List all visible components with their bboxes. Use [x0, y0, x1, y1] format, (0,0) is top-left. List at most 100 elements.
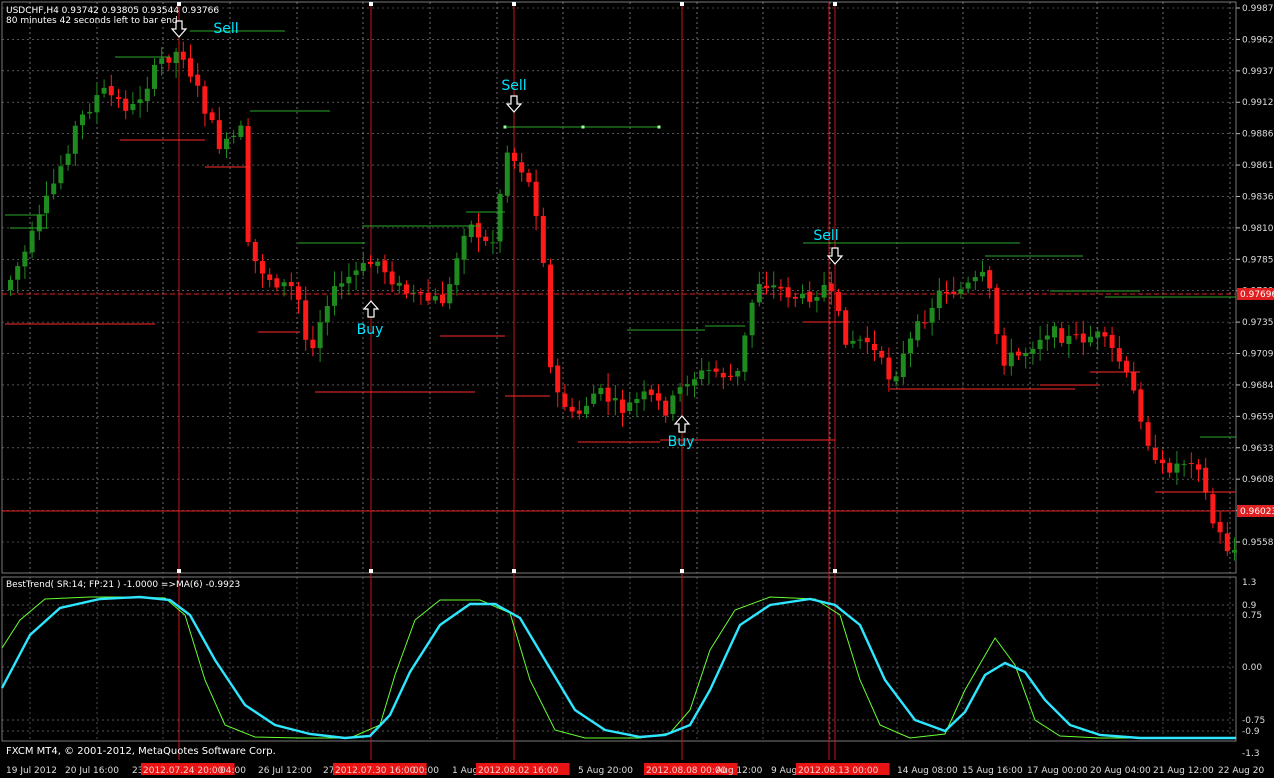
time-tick-label: 26 Jul 12:00: [258, 766, 312, 776]
candle-body: [288, 282, 294, 287]
time-tick-label: 2012.08.08 00:00: [646, 766, 727, 776]
candle-body: [872, 343, 877, 351]
candle-body: [1016, 351, 1021, 356]
candle-body: [159, 58, 165, 64]
candle-body: [1037, 339, 1043, 350]
candle-body: [22, 251, 28, 267]
candle-body: [310, 339, 316, 349]
candle-body: [504, 152, 510, 196]
price-chart[interactable]: 0.99875 0.99625 0.99370 0.99120 0.98865 0.986…: [0, 0, 1274, 778]
candle-body: [58, 166, 64, 184]
candle-body: [569, 406, 575, 412]
candle-body: [144, 88, 150, 102]
time-tick-label: 5 Aug 20:00: [578, 766, 633, 776]
candle-body: [418, 291, 424, 294]
time-tick-label: 21 Aug 12:00: [1153, 766, 1214, 776]
candle-body: [368, 261, 373, 264]
candle-body: [72, 125, 78, 154]
candle-body: [188, 58, 193, 77]
candle-body: [620, 399, 625, 413]
indicator-scale-label: 1.3: [1242, 578, 1256, 588]
candle-body: [252, 241, 258, 262]
candle-body: [843, 310, 849, 345]
candle-body: [1080, 333, 1086, 343]
candle-body: [123, 98, 129, 111]
candle-body: [65, 153, 71, 165]
candle-body: [339, 283, 345, 287]
candle-body: [1217, 522, 1223, 533]
mt4-chart-window[interactable]: 0.99875 0.99625 0.99370 0.99120 0.98865 0.986…: [0, 0, 1274, 778]
time-tick-label: 15 Aug 16:00: [962, 766, 1023, 776]
candle-body: [778, 286, 784, 289]
candle-body: [612, 398, 618, 401]
candle-body: [87, 111, 93, 114]
time-tick-label: 19 Jul 2012: [6, 766, 57, 776]
candle-body: [713, 368, 719, 372]
candle-body: [483, 236, 489, 241]
price-tick-label: 0.99875: [1242, 4, 1274, 14]
candle-body: [116, 97, 121, 99]
candle-body: [670, 395, 676, 414]
price-tick-label: 0.97095: [1242, 350, 1274, 360]
candle-body: [929, 307, 935, 323]
candle-body: [425, 292, 431, 301]
candle-body: [202, 86, 208, 114]
candle-body: [972, 277, 978, 282]
candle-body: [44, 195, 49, 214]
candle-body: [857, 339, 863, 341]
candle-body: [540, 215, 546, 263]
copyright-label: FXCM MT4, © 2001-2012, MetaQuotes Softwa…: [6, 746, 276, 757]
candle-body: [432, 296, 438, 301]
candle-body: [1138, 389, 1144, 422]
candle-body: [519, 162, 525, 173]
candle-body: [51, 183, 57, 195]
candle-body: [224, 138, 229, 150]
candle-body: [1196, 464, 1201, 470]
candle-body: [180, 51, 186, 60]
candle-body: [692, 379, 697, 386]
candle-body: [1030, 348, 1036, 354]
price-tick-label: 0.99625: [1242, 35, 1274, 45]
candle-body: [656, 393, 661, 401]
candle-body: [497, 193, 503, 242]
candle-body: [1109, 334, 1115, 348]
candle-body: [209, 112, 215, 121]
candle-body: [101, 87, 107, 94]
event-marker: [369, 2, 373, 6]
buy-arrow-icon: [362, 300, 380, 318]
candle-body: [1008, 352, 1014, 367]
indicator-scale-label: 0.00: [1242, 663, 1262, 673]
event-marker: [369, 569, 373, 573]
candle-body: [584, 405, 589, 415]
price-tick-label: 0.96085: [1242, 475, 1274, 485]
candle-body: [1181, 463, 1187, 465]
indicator-scale-label: 0.75: [1242, 611, 1262, 621]
candle-body: [720, 372, 726, 378]
candle-body: [231, 135, 237, 137]
sell-arrow-icon: [505, 95, 523, 113]
time-tick-label: 04:00: [220, 766, 246, 776]
candle-body: [800, 293, 805, 299]
candle-body: [238, 125, 244, 137]
time-tick-label: 27: [323, 766, 334, 776]
time-tick-label: 2012.08.13 00:00: [798, 766, 879, 776]
price-tick-label: 0.99370: [1242, 67, 1274, 77]
price-tick-label: 0.98865: [1242, 130, 1274, 140]
time-tick-label: 2012.08.02 16:00: [478, 766, 559, 776]
price-tick-label: 0.99120: [1242, 98, 1274, 108]
indicator-scale-label: -1.3: [1242, 749, 1260, 759]
candle-body: [1131, 371, 1137, 391]
candle-body: [1167, 462, 1173, 473]
candle-body: [749, 302, 755, 336]
sell-signal-label: Sell: [213, 21, 238, 37]
candle-body: [1059, 328, 1065, 343]
price-marker-label: 0.96023: [1240, 507, 1274, 517]
candle-body: [634, 398, 640, 403]
candle-body: [1095, 331, 1101, 338]
price-tick-label: 0.97350: [1242, 318, 1274, 328]
candle-body: [663, 400, 669, 416]
candle-body: [389, 271, 395, 285]
candle-body: [267, 274, 273, 280]
event-marker: [833, 2, 837, 6]
sell-signal-label: Sell: [501, 78, 526, 94]
